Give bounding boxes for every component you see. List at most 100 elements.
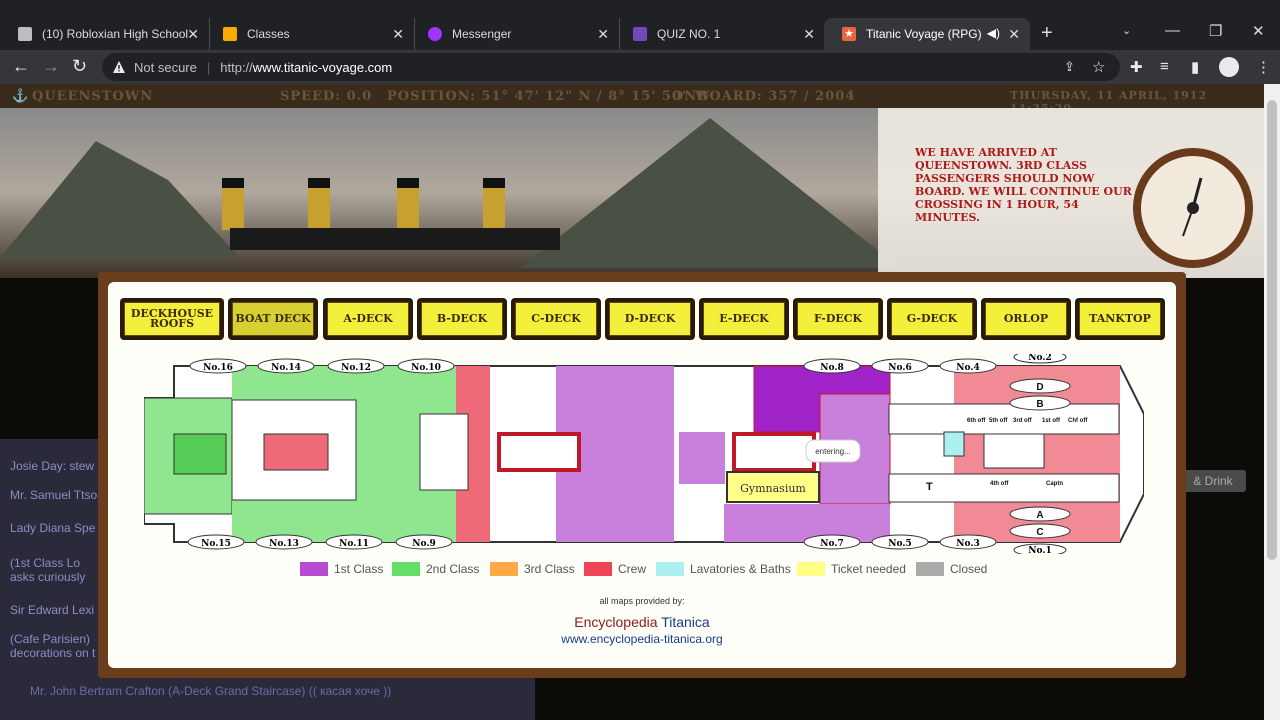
tab-quiz[interactable]: QUIZ NO. 1 ✕	[615, 18, 825, 50]
deck-button-a-deck[interactable]: A-Deck	[323, 298, 413, 340]
lifeboat-label: No.6	[888, 363, 911, 373]
chat-message: Mr. John Bertram Crafton (A-Deck Grand S…	[0, 676, 535, 720]
legend-ticket-needed: Ticket needed	[797, 562, 906, 576]
tab-messenger[interactable]: Messenger ✕	[410, 18, 620, 50]
deck-plan-modal: Deckhouse Roofs Boat Deck A-Deck B-Deck …	[98, 272, 1186, 678]
credit-link[interactable]: www.encyclopedia-titanica.org	[108, 632, 1176, 646]
close-tab-icon[interactable]: ✕	[803, 26, 815, 43]
deck-button-d-deck[interactable]: D-Deck	[605, 298, 695, 340]
messenger-icon	[428, 27, 442, 41]
svg-text:Gymnasium: Gymnasium	[740, 482, 806, 495]
svg-text:3rd off: 3rd off	[1013, 418, 1033, 424]
roblox-icon	[18, 27, 32, 41]
back-icon[interactable]: ←	[12, 56, 30, 77]
svg-text:4th off: 4th off	[990, 481, 1009, 487]
lifeboat-label: No.13	[269, 539, 299, 549]
menu-icon[interactable]: ⋮	[1256, 58, 1271, 76]
legend-lavatories: Lavatories & Baths	[656, 562, 791, 576]
game-page: ⚓ Queenstown Speed: 0.0 Position: 51° 47…	[0, 84, 1264, 720]
lifeboat-label: No.3	[956, 539, 979, 549]
forms-icon	[633, 27, 647, 41]
deck-button-tanktop[interactable]: Tanktop	[1075, 298, 1165, 340]
lifeboat-label: No.11	[339, 539, 369, 549]
deck-button-boat-deck[interactable]: Boat Deck	[228, 298, 318, 340]
svg-text:6th off: 6th off	[967, 418, 986, 424]
close-tab-icon[interactable]: ✕	[187, 26, 199, 43]
lifeboat-label: No.15	[201, 539, 231, 549]
legend-3rd-class: 3rd Class	[490, 562, 575, 576]
svg-text:C: C	[1036, 527, 1043, 538]
new-tab-button[interactable]: +	[1041, 22, 1053, 45]
tab-titanic-voyage[interactable]: ★ Titanic Voyage (RPG) ◀) ✕	[824, 18, 1030, 50]
lifeboat-label: No.9	[412, 539, 435, 549]
tab-roblox[interactable]: (10) Robloxian High School - ✕	[0, 18, 210, 50]
minimize-button[interactable]: —	[1165, 22, 1180, 39]
side-panel-icon[interactable]: ▮	[1191, 58, 1199, 76]
close-tab-icon[interactable]: ✕	[597, 26, 609, 43]
lifeboat-label: No.7	[820, 539, 843, 549]
lifeboat-label: No.16	[203, 363, 233, 373]
harbor-scene: We have arrived at Queenstown. 3rd class…	[0, 108, 1264, 278]
forward-icon[interactable]: →	[42, 56, 60, 77]
credit-name: Encyclopedia Titanica	[574, 614, 710, 630]
speaker-icon[interactable]: ◀)	[987, 26, 1000, 40]
map-tooltip: entering...	[815, 447, 851, 456]
lifeboat-label: No.4	[956, 363, 979, 373]
svg-text:B: B	[1036, 399, 1043, 410]
star-icon: ★	[842, 27, 856, 41]
deck-button-e-deck[interactable]: E-Deck	[699, 298, 789, 340]
boat-deck-map[interactable]: Gymnasium 6th off 5th off 3rd off 1st of…	[144, 354, 1144, 554]
warning-icon[interactable]	[112, 60, 126, 74]
lifeboat-label: No.1	[1028, 546, 1051, 554]
reload-icon[interactable]: ↻	[72, 56, 87, 77]
position: Position: 51° 47' 12" N / 8° 15' 50" W	[387, 89, 711, 104]
restore-button[interactable]: ❐	[1209, 22, 1222, 40]
status-bar: ⚓ Queenstown Speed: 0.0 Position: 51° 47…	[0, 84, 1264, 115]
profile-avatar[interactable]	[1219, 57, 1239, 77]
tab-classes[interactable]: Classes ✕	[205, 18, 415, 50]
reading-list-icon[interactable]: ≡	[1160, 58, 1169, 75]
speed: Speed: 0.0	[280, 89, 373, 104]
lifeboat-label: No.5	[888, 539, 911, 549]
onboard: Onboard: 357 / 2004	[672, 89, 856, 104]
svg-text:1st off: 1st off	[1042, 418, 1061, 424]
close-tab-icon[interactable]: ✕	[392, 26, 404, 43]
lifeboat-label: No.2	[1028, 354, 1051, 363]
location: Queenstown	[32, 89, 154, 104]
svg-text:D: D	[1036, 382, 1043, 393]
deck-button-f-deck[interactable]: F-Deck	[793, 298, 883, 340]
svg-text:T: T	[926, 481, 933, 493]
svg-text:Chf off: Chf off	[1068, 418, 1088, 424]
legend-crew: Crew	[584, 562, 646, 576]
deck-button-g-deck[interactable]: G-Deck	[887, 298, 977, 340]
anchor-icon: ⚓	[12, 89, 30, 104]
legend-2nd-class: 2nd Class	[392, 562, 479, 576]
lifeboat-label: No.12	[341, 363, 371, 373]
deck-button-b-deck[interactable]: B-Deck	[417, 298, 507, 340]
credit-caption: all maps provided by:	[599, 596, 685, 606]
deck-button-c-deck[interactable]: C-Deck	[511, 298, 601, 340]
svg-text:5th off: 5th off	[989, 418, 1008, 424]
lifeboat-label: No.14	[271, 363, 301, 373]
share-icon[interactable]: ⇪	[1064, 59, 1075, 75]
extensions-icon[interactable]: ✚	[1130, 58, 1143, 76]
close-window-button[interactable]: ✕	[1252, 22, 1265, 40]
svg-text:A: A	[1036, 510, 1043, 521]
classroom-icon	[223, 27, 237, 41]
tab-search-icon[interactable]: ⌄	[1122, 24, 1131, 37]
url-text: http://www.titanic-voyage.com	[220, 59, 393, 75]
address-bar[interactable]: Not secure | http://www.titanic-voyage.c…	[102, 53, 1120, 81]
close-tab-icon[interactable]: ✕	[1008, 26, 1020, 43]
deck-button-orlop[interactable]: Orlop	[981, 298, 1071, 340]
lifeboat-label: No.8	[820, 363, 843, 373]
clock-icon	[1133, 148, 1253, 268]
bookmark-star-icon[interactable]: ☆	[1092, 58, 1105, 76]
security-label: Not secure	[134, 59, 197, 75]
lifeboat-label: No.10	[411, 363, 441, 373]
legend-1st-class: 1st Class	[300, 562, 383, 576]
tab-strip: (10) Robloxian High School - ✕ Classes ✕…	[0, 0, 1280, 50]
deck-button-deckhouse-roofs[interactable]: Deckhouse Roofs	[120, 298, 224, 340]
titanic-ship	[230, 228, 560, 250]
food-drink-button[interactable]: & Drink	[1180, 470, 1246, 492]
page-scrollbar[interactable]	[1264, 84, 1280, 720]
